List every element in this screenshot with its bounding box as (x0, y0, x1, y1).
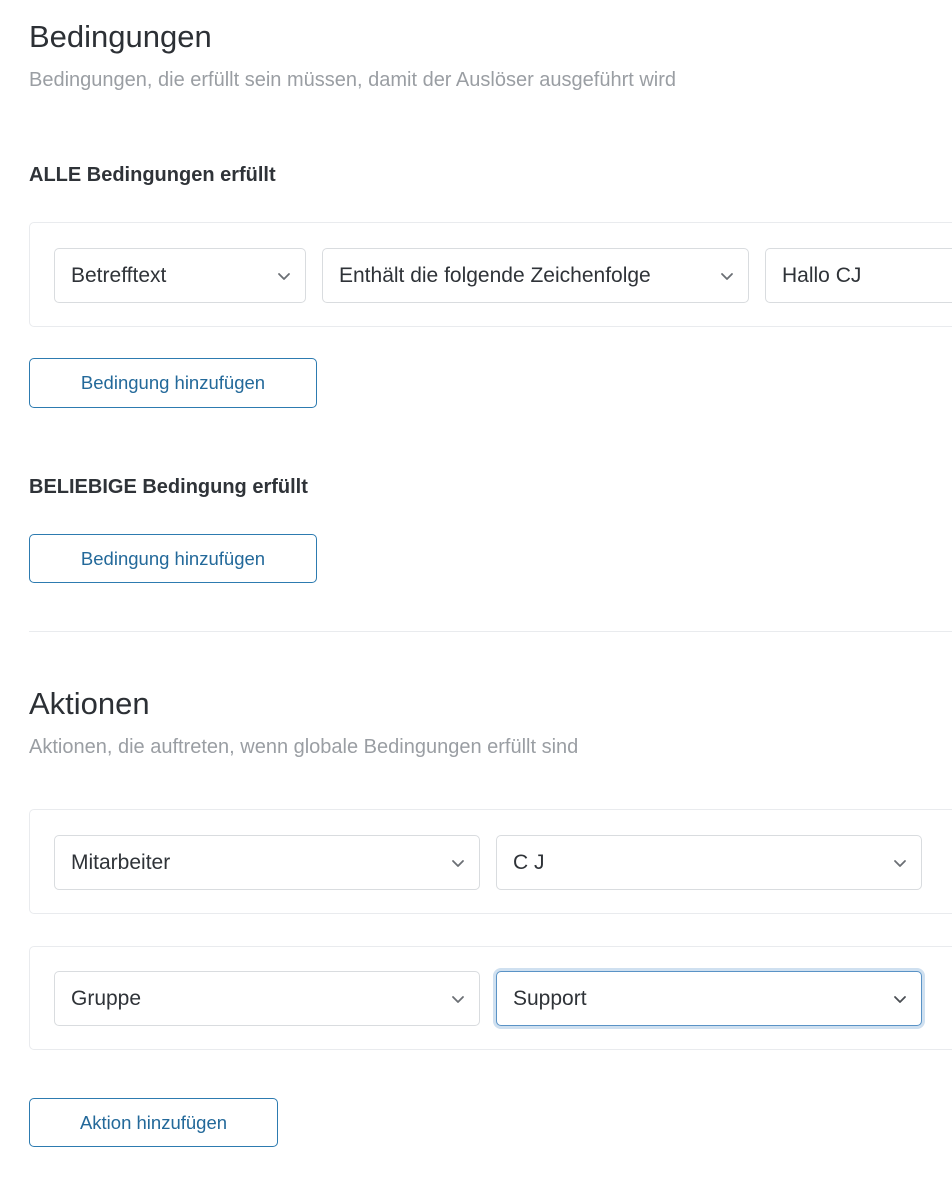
any-condition-label: BELIEBIGE Bedingung erfüllt (29, 476, 308, 498)
condition-operator-value: Enthält die folgende Zeichenfolge (339, 263, 651, 287)
add-all-condition-button[interactable]: Bedingung hinzufügen (29, 358, 317, 408)
chevron-down-icon (452, 859, 464, 867)
actions-title: Aktionen (29, 686, 150, 721)
condition-field-value: Betrefftext (71, 263, 167, 287)
action-agent-select[interactable]: C J (496, 835, 922, 890)
action-type-select[interactable]: Gruppe (54, 971, 480, 1026)
action-group-value: Support (513, 986, 587, 1010)
section-divider (29, 631, 952, 632)
condition-operator-select[interactable]: Enthält die folgende Zeichenfolge (322, 248, 749, 303)
condition-field-select[interactable]: Betrefftext (54, 248, 306, 303)
all-conditions-label: ALLE Bedingungen erfüllt (29, 164, 276, 186)
add-any-condition-button[interactable]: Bedingung hinzufügen (29, 534, 317, 583)
action-type-value: Gruppe (71, 986, 142, 1010)
condition-row-card: Betrefftext Enthält die folgende Zeichen… (29, 222, 952, 327)
add-action-button[interactable]: Aktion hinzufügen (29, 1098, 278, 1147)
condition-value-input[interactable]: Hallo CJ (765, 248, 952, 303)
action-type-value: Mitarbeiter (71, 850, 171, 874)
conditions-title: Bedingungen (29, 19, 212, 54)
chevron-down-icon (894, 995, 906, 1003)
action-group-select[interactable]: Support (496, 971, 922, 1026)
actions-description: Aktionen, die auftreten, wenn globale Be… (29, 736, 579, 758)
chevron-down-icon (894, 859, 906, 867)
action-row-card: Mitarbeiter C J (29, 809, 952, 914)
action-row-card: Gruppe Support (29, 946, 952, 1050)
chevron-down-icon (721, 272, 733, 280)
chevron-down-icon (278, 272, 290, 280)
chevron-down-icon (452, 995, 464, 1003)
condition-value-text: Hallo CJ (782, 263, 862, 287)
action-type-select[interactable]: Mitarbeiter (54, 835, 480, 890)
trigger-editor: Bedingungen Bedingungen, die erfüllt sei… (0, 0, 952, 1178)
conditions-description: Bedingungen, die erfüllt sein müssen, da… (29, 69, 677, 91)
action-agent-value: C J (513, 850, 545, 874)
